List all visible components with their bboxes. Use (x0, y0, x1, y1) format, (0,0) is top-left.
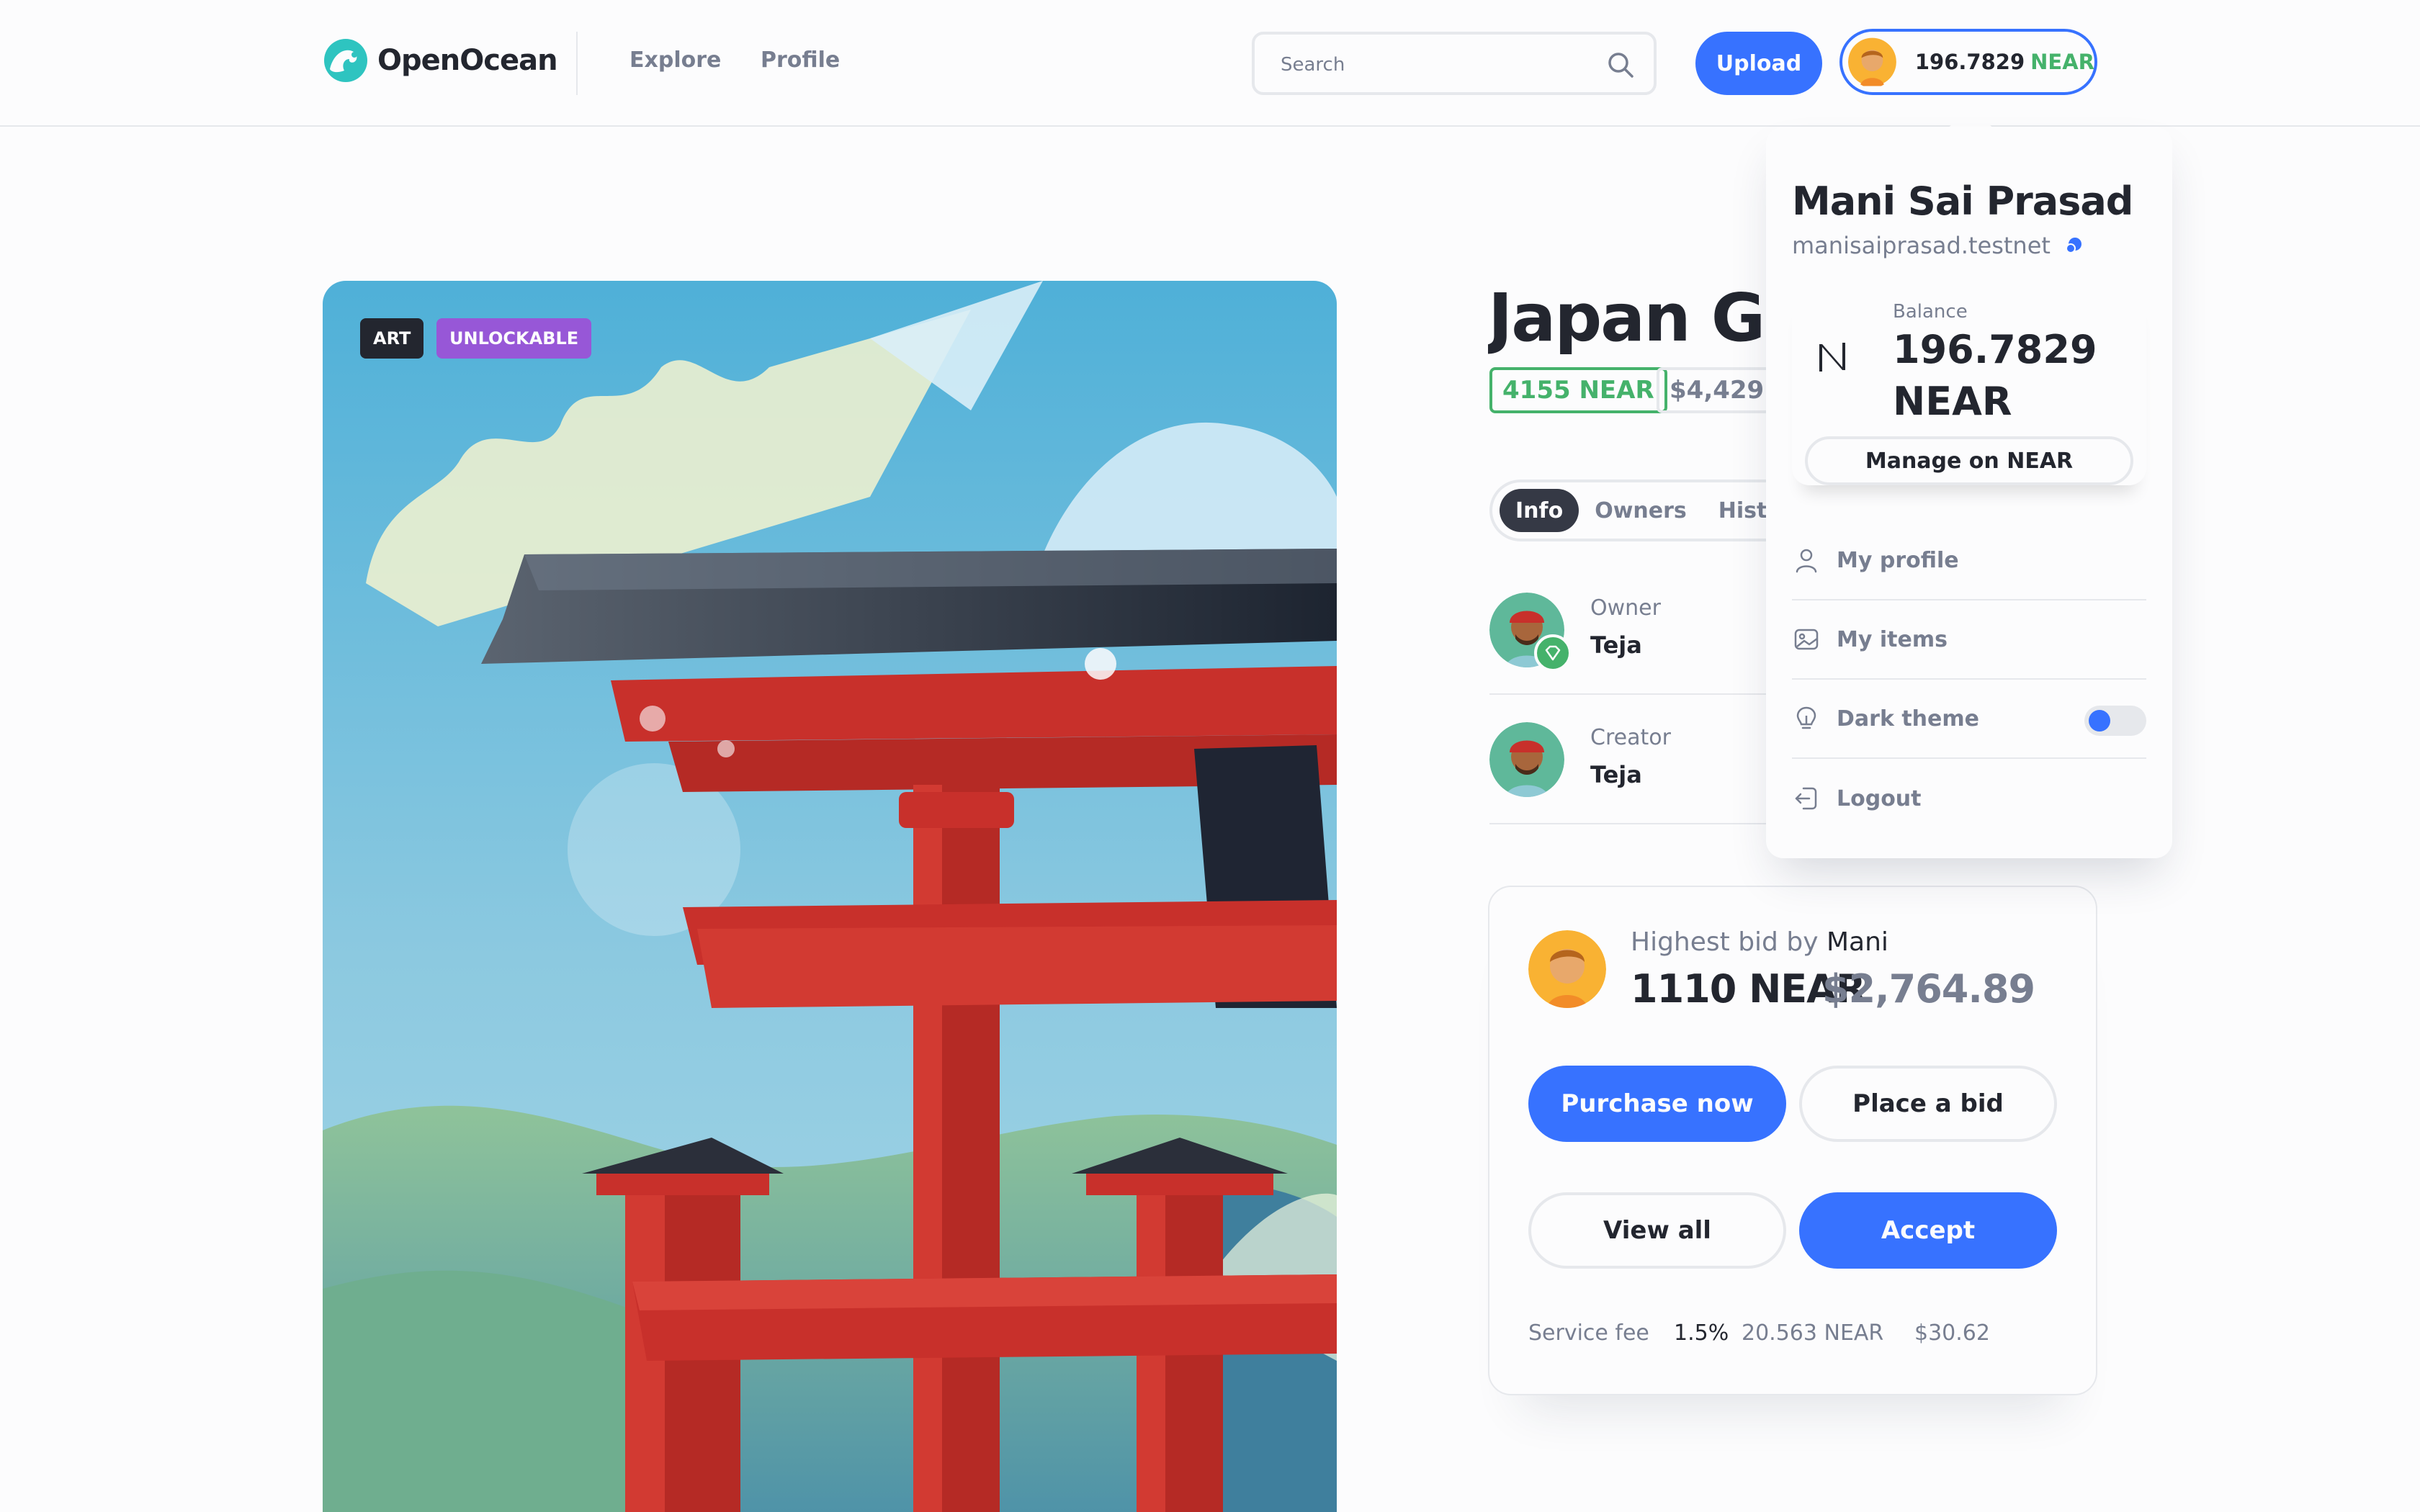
user-icon (1796, 549, 1817, 573)
service-fee-percent: 1.5% (1674, 1320, 1729, 1346)
lightbulb-icon (1796, 706, 1816, 729)
menu-item-logout[interactable]: Logout (1792, 759, 2146, 838)
item-tabs: Info Owners History (1489, 480, 1806, 541)
header: OpenOcean Explore Profile Upload 196.782… (0, 0, 2420, 127)
near-logo-icon (1819, 343, 1845, 372)
logo-text: OpenOcean (377, 44, 558, 77)
user-dropdown: Mani Sai Prasad manisaiprasad.testnet Ba… (1766, 127, 2172, 858)
menu-label: Dark theme (1837, 706, 1979, 732)
owner-label: Owner (1590, 595, 1661, 621)
avatar (1848, 37, 1896, 86)
avatar (1528, 930, 1606, 1008)
service-fee-label: Service fee (1528, 1320, 1649, 1346)
item-title: Japan Great Torii (1488, 279, 1776, 356)
tab-info[interactable]: Info (1500, 489, 1579, 532)
logout-icon (1795, 787, 1817, 810)
service-fee-near: 20.563 NEAR (1742, 1320, 1884, 1346)
copy-icon[interactable] (2062, 234, 2085, 257)
torii-gate-illustration (323, 281, 1337, 1512)
bid-card: Highest bid by Mani 1110 NEAR $2,764.89 … (1488, 886, 2097, 1395)
search-icon[interactable] (1605, 49, 1636, 81)
image-icon (1794, 629, 1819, 650)
menu-label: My items (1837, 626, 1948, 652)
artwork-image[interactable]: ART UNLOCKABLE (323, 281, 1337, 1512)
user-name: Mani Sai Prasad (1792, 179, 2133, 224)
purchase-now-button[interactable]: Purchase now (1528, 1066, 1786, 1142)
search-box[interactable] (1252, 32, 1657, 95)
dark-theme-toggle[interactable] (2084, 706, 2146, 736)
price-near: 4155 NEAR (1489, 367, 1667, 413)
header-divider (576, 32, 578, 95)
wave-logo-icon (324, 39, 367, 82)
accept-button[interactable]: Accept (1799, 1192, 2057, 1269)
wallet-amount: 196.7829 (1914, 50, 2025, 74)
balance-value: 196.7829 NEAR (1893, 327, 2097, 424)
view-all-button[interactable]: View all (1528, 1192, 1786, 1269)
creator-label: Creator (1590, 725, 1671, 750)
owner-name[interactable]: Teja (1590, 631, 1642, 659)
search-input[interactable] (1281, 50, 1597, 79)
balance-card: Balance 196.7829 NEAR Manage on NEAR (1792, 291, 2146, 485)
tag-unlockable: UNLOCKABLE (436, 318, 592, 359)
nav-explore[interactable]: Explore (629, 48, 721, 73)
price-usd: $4,429.87 (1657, 367, 1779, 413)
menu-item-dark-theme[interactable]: Dark theme (1792, 680, 2146, 759)
place-bid-button[interactable]: Place a bid (1799, 1066, 2057, 1142)
menu-label: Logout (1837, 786, 1922, 811)
bid-amount-usd: $2,764.89 (1822, 966, 2035, 1012)
upload-button[interactable]: Upload (1695, 32, 1822, 95)
menu-item-my-items[interactable]: My items (1792, 600, 2146, 680)
tab-owners[interactable]: Owners (1579, 489, 1703, 532)
balance-label: Balance (1893, 301, 1968, 323)
avatar (1489, 722, 1564, 797)
verified-badge-icon (1534, 634, 1572, 672)
manage-on-near-button[interactable]: Manage on NEAR (1805, 436, 2133, 485)
highest-bid-label: Highest bid by Mani (1631, 927, 1888, 957)
menu-label: My profile (1837, 547, 1959, 573)
service-fee-usd: $30.62 (1914, 1320, 1990, 1346)
menu-item-my-profile[interactable]: My profile (1792, 521, 2146, 600)
wallet-currency: NEAR (2030, 50, 2094, 74)
bidder-name[interactable]: Mani (1827, 927, 1888, 957)
logo[interactable]: OpenOcean (323, 37, 558, 84)
nav-profile[interactable]: Profile (761, 48, 840, 73)
creator-row[interactable]: Creator Teja (1489, 695, 1778, 824)
account-id: manisaiprasad.testnet (1792, 232, 2085, 259)
owner-row[interactable]: Owner Teja (1489, 565, 1778, 695)
tag-art: ART (360, 318, 424, 359)
toggle-knob (2089, 710, 2110, 732)
wallet-button[interactable]: 196.7829 NEAR (1839, 29, 2097, 95)
creator-name[interactable]: Teja (1590, 761, 1642, 788)
